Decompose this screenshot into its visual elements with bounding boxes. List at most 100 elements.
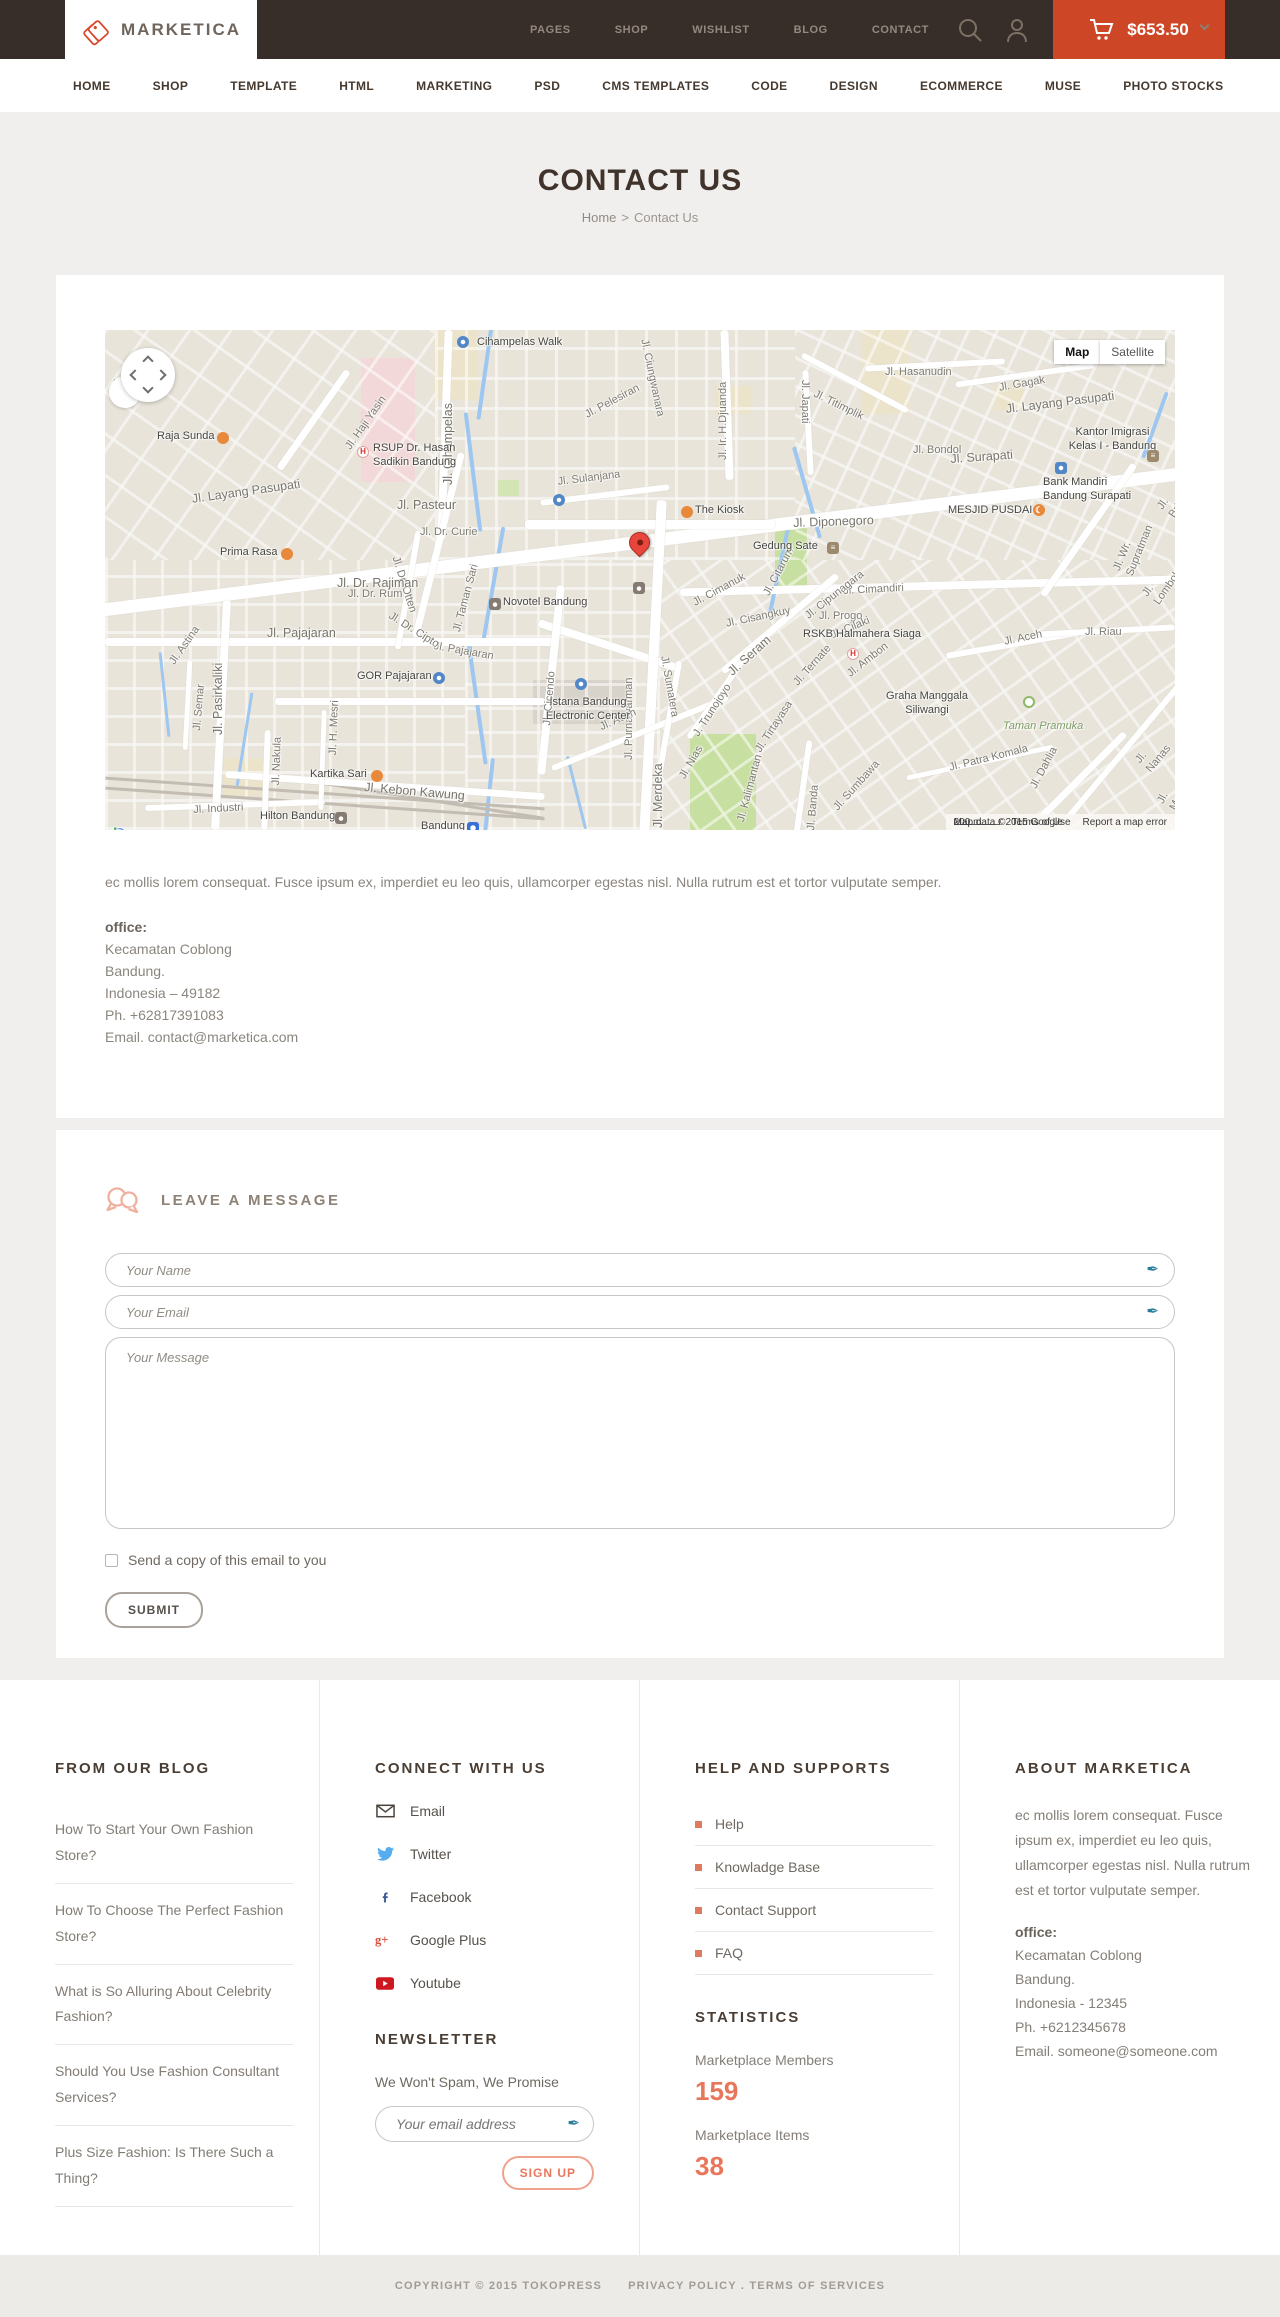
- leave-message-icon: [105, 1185, 139, 1215]
- header-nav-item[interactable]: PAGES: [530, 24, 571, 36]
- nav-item[interactable]: ECOMMERCE: [920, 79, 1003, 93]
- bullet-icon: [695, 1949, 702, 1957]
- cart-button[interactable]: $653.50: [1053, 0, 1225, 59]
- hotel-icon: [335, 812, 347, 824]
- nav-item[interactable]: CODE: [751, 79, 787, 93]
- map-road-label: Jl. Japati: [799, 380, 811, 424]
- send-copy-checkbox[interactable]: [105, 1553, 118, 1567]
- nav-item[interactable]: PHOTO STOCKS: [1123, 79, 1223, 93]
- office-line: Ph. +62817391083: [105, 1007, 224, 1023]
- nav-item[interactable]: MUSE: [1045, 79, 1081, 93]
- restaurant-icon: [681, 506, 693, 518]
- help-item[interactable]: Contact Support: [695, 1889, 933, 1932]
- nav-item[interactable]: SHOP: [153, 79, 189, 93]
- office-line: Indonesia - 12345: [1015, 1995, 1128, 2012]
- map-road-label: Jl. Pajajaran: [432, 640, 495, 663]
- map-poi-label: Bank Mandiri Bandung Surapati: [1043, 476, 1132, 502]
- header-nav-item[interactable]: CONTACT: [872, 24, 929, 36]
- map-poi-label: MESJID PUSDAI: [948, 504, 1033, 516]
- pan-down-icon[interactable]: [142, 382, 154, 394]
- map-road-label: Jl. Aceh: [1003, 627, 1044, 648]
- map-poi-label: Istana Bandung Electronic Center: [545, 696, 631, 722]
- send-copy-row: Send a copy of this email to you: [105, 1552, 1175, 1568]
- nav-item[interactable]: PSD: [534, 79, 560, 93]
- blog-link[interactable]: What is So Alluring About Celebrity Fash…: [55, 1983, 271, 2025]
- message-textarea[interactable]: [105, 1337, 1175, 1529]
- social-item[interactable]: Facebook: [375, 1889, 613, 1905]
- stats-heading: STATISTICS: [695, 2009, 801, 2026]
- map-type-button-map[interactable]: Map: [1054, 340, 1101, 364]
- help-item[interactable]: Help: [695, 1803, 933, 1846]
- blog-link[interactable]: How To Start Your Own Fashion Store?: [55, 1821, 253, 1863]
- footer-blog-column: FROM OUR BLOG How To Start Your Own Fash…: [0, 1680, 320, 2255]
- breadcrumb-current: Contact Us: [633, 210, 699, 225]
- brand-name: MARKETICA: [121, 19, 241, 39]
- header-nav-item[interactable]: BLOG: [794, 24, 828, 36]
- mall-icon: [433, 672, 445, 684]
- map-road-label: Jl. Taman Sari: [451, 562, 481, 634]
- social-item[interactable]: Twitter: [375, 1846, 613, 1862]
- map-pan-control[interactable]: [121, 348, 175, 402]
- page-title: CONTACT US: [537, 164, 743, 197]
- search-icon[interactable]: [957, 17, 983, 43]
- signup-button[interactable]: SIGN UP: [501, 2156, 594, 2190]
- nav-item[interactable]: MARKETING: [416, 79, 492, 93]
- social-item[interactable]: Email: [375, 1803, 613, 1819]
- header-nav-item[interactable]: SHOP: [615, 24, 649, 36]
- social-item[interactable]: g+ Google Plus: [375, 1932, 613, 1948]
- map-road-label: Jl. Ir. H.Djuanda: [717, 381, 729, 460]
- blog-link[interactable]: Should You Use Fashion Consultant Servic…: [55, 2063, 279, 2105]
- pan-right-icon[interactable]: [155, 369, 167, 381]
- terms-of-services-link[interactable]: TERMS OF SERVICES: [749, 2280, 885, 2292]
- header-nav-item[interactable]: WISHLIST: [692, 24, 749, 36]
- brand-logo[interactable]: MARKETICA: [65, 0, 257, 59]
- report-map-error-link[interactable]: Report a map error: [1083, 817, 1167, 828]
- nav-item[interactable]: TEMPLATE: [230, 79, 297, 93]
- map-type-button-satellite[interactable]: Satellite: [1100, 340, 1165, 364]
- office-line: Kecamatan Coblong: [105, 941, 232, 957]
- privacy-policy-link[interactable]: PRIVACY POLICY: [628, 2280, 737, 2292]
- blog-link[interactable]: Plus Size Fashion: Is There Such a Thing…: [55, 2144, 273, 2186]
- nav-item[interactable]: DESIGN: [830, 79, 878, 93]
- map-road-label: Jl. Layang Pasupati: [1005, 388, 1116, 416]
- map-road-label: Jl. Tirtayasa: [753, 698, 796, 755]
- map-poi-label: Bandung: [421, 820, 466, 830]
- map-road-label: Jl. Merdeka: [651, 763, 665, 828]
- nav-item[interactable]: HOME: [73, 79, 111, 93]
- map-road-label: Jl. Dahlia: [1028, 745, 1060, 791]
- map-road-label: Jl. Sulanjana: [557, 468, 621, 488]
- map-poi-label: Gedung Sate: [753, 540, 818, 552]
- map-road-label: Jl. Semar: [191, 683, 208, 732]
- stat-block: Marketplace Items 38: [695, 2127, 933, 2182]
- pan-up-icon[interactable]: [142, 355, 154, 367]
- blog-list-item: Should You Use Fashion Consultant Servic…: [55, 2045, 293, 2127]
- office-line: Email. someone@someone.com: [1015, 2042, 1218, 2059]
- office-line: Ph. +6212345678: [1015, 2018, 1126, 2035]
- user-icon[interactable]: [1005, 17, 1031, 43]
- restaurant-icon: [371, 770, 383, 782]
- blog-list-item: Plus Size Fashion: Is There Such a Thing…: [55, 2126, 293, 2207]
- map-poi-label: RSUP Dr. Hasan Sadikin Bandung: [373, 442, 457, 468]
- help-item[interactable]: FAQ: [695, 1932, 933, 1975]
- submit-button[interactable]: SUBMIT: [105, 1592, 203, 1628]
- nav-item[interactable]: CMS TEMPLATES: [602, 79, 709, 93]
- name-input[interactable]: [105, 1253, 1175, 1287]
- map-road-label: Jl. Pelesiran: [583, 381, 642, 421]
- map[interactable]: Jl. Layang Pasupati Jl. Layang Pasupati Jl…: [105, 330, 1175, 830]
- breadcrumb-home[interactable]: Home: [582, 210, 617, 225]
- bullet-icon: [695, 1863, 702, 1871]
- map-road-label: Jl. Sumbawa: [831, 758, 883, 814]
- social-item[interactable]: Youtube: [375, 1975, 613, 1991]
- newsletter-heading: NEWSLETTER: [375, 2031, 499, 2048]
- blog-link[interactable]: How To Choose The Perfect Fashion Store?: [55, 1902, 283, 1944]
- office-line: Email. contact@marketica.com: [105, 1029, 299, 1045]
- email-input[interactable]: [105, 1295, 1175, 1329]
- tag-icon: [81, 12, 111, 48]
- nav-item[interactable]: HTML: [339, 79, 374, 93]
- map-road-label: Jl. Layang Pasupati: [191, 476, 301, 506]
- map-road-label: Jl. Ternate: [791, 642, 834, 689]
- copyright-text: COPYRIGHT © 2015 TOKOPRESS: [394, 2280, 603, 2292]
- help-item[interactable]: Knowladge Base: [695, 1846, 933, 1889]
- newsletter-email-input[interactable]: [375, 2106, 594, 2142]
- pan-left-icon[interactable]: [129, 369, 141, 381]
